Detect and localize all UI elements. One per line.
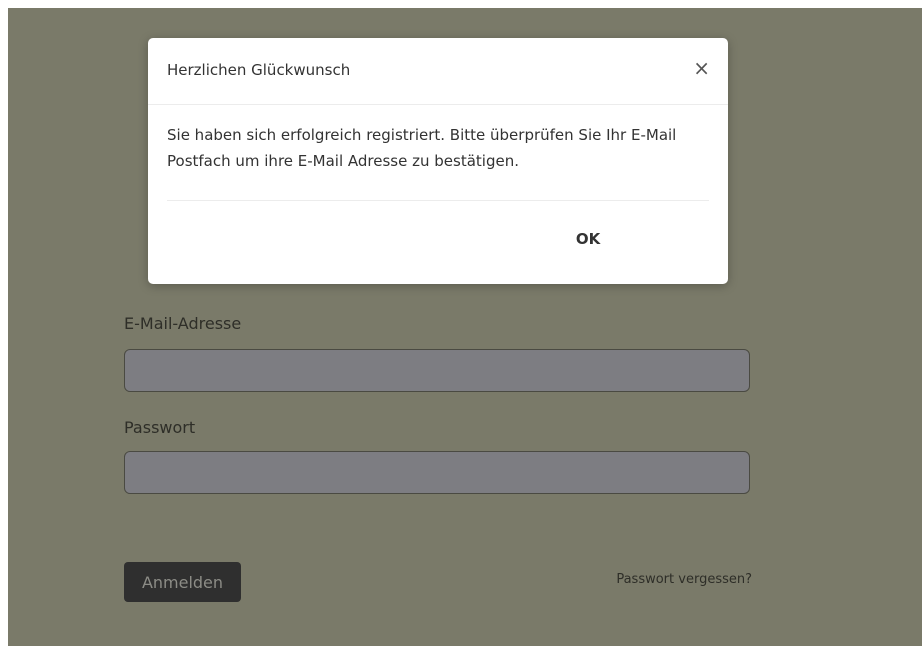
email-field[interactable] (124, 349, 750, 392)
close-icon[interactable]: × (693, 58, 710, 78)
modal-header: Herzlichen Glückwunsch × (148, 38, 728, 105)
email-label: E-Mail-Adresse (124, 314, 242, 333)
modal-divider (167, 200, 709, 201)
registration-success-dialog: Herzlichen Glückwunsch × Sie haben sich … (148, 38, 728, 284)
modal-title: Herzlichen Glückwunsch (167, 61, 351, 79)
page-backdrop: E-Mail-Adresse Passwort Anmelden Passwor… (8, 8, 922, 646)
ok-button[interactable]: OK (560, 224, 616, 254)
password-field[interactable] (124, 451, 750, 494)
forgot-password-link[interactable]: Passwort vergessen? (616, 572, 752, 587)
login-button[interactable]: Anmelden (124, 562, 241, 602)
password-label: Passwort (124, 418, 196, 437)
modal-message: Sie haben sich erfolgreich registriert. … (167, 126, 677, 170)
